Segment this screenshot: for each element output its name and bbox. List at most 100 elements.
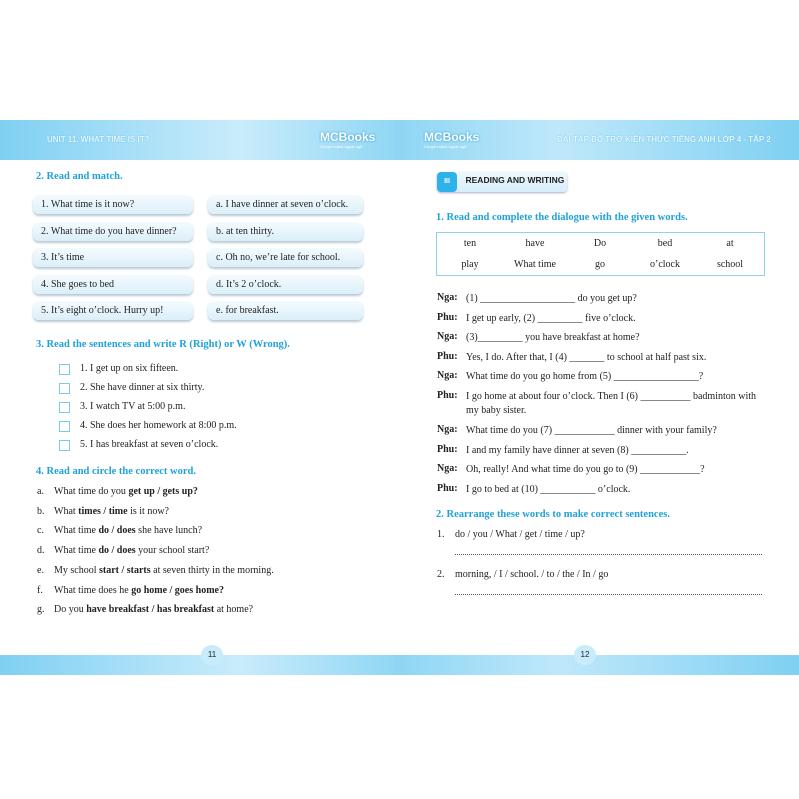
answer-line[interactable] [455, 554, 762, 555]
speaker: Nga: [437, 331, 458, 343]
word-option: have [525, 238, 545, 249]
sentence-text: your school start? [135, 545, 210, 557]
match-right-item: c. Oh no, we’re late for school. [208, 248, 363, 267]
word-option: Do [593, 238, 607, 249]
match-right-item: d. It’s 2 o’clock. [208, 274, 363, 294]
item-letter: g. [37, 604, 45, 616]
item-letter: b. [37, 505, 45, 517]
word-option: at [726, 238, 734, 249]
word-choice[interactable]: do / does [98, 525, 135, 536]
speaker: Nga: [437, 292, 458, 303]
logo: MCBooks Chuyên sách ngoại ngữ [424, 130, 480, 149]
r-s2-title: 2. Rearrange these words to make correct… [436, 509, 670, 520]
word-choice[interactable]: have breakfast / has breakfast [86, 604, 214, 615]
answer-line[interactable] [455, 594, 762, 595]
scrambled-words: morning, / I / school. / to / the / In /… [455, 569, 609, 580]
word-box: ten have Do bed at play What time go o’clock scho… [436, 232, 765, 276]
word-choice[interactable]: start / starts [99, 565, 151, 576]
sentence: 1. I get up on six fifteen. [80, 363, 179, 374]
dialogue-line: What time do you (7) ____________ dinner… [466, 425, 717, 436]
sentence-text: What time do you [54, 486, 129, 497]
sentence-text: My school [54, 564, 99, 576]
dialogue-line: I go to bed at (10) ___________ o’clock. [466, 483, 631, 495]
word-option: o’clock [650, 259, 680, 270]
sentence: 2. She have dinner at six thirty. [80, 382, 205, 393]
circle-sentence: What times / time is it now? [54, 506, 169, 517]
speaker: Phu: [437, 443, 458, 455]
answer-checkbox[interactable] [59, 440, 70, 451]
word-option: play [461, 259, 479, 270]
r-s1-title: 1. Read and complete the dialogue with t… [436, 212, 688, 223]
s4-title: 4. Read and circle the correct word. [36, 466, 196, 477]
sentence-text: is it now? [127, 505, 169, 517]
dialogue-line: I and my family have dinner at seven (8)… [466, 444, 689, 456]
sentence: 5. I has breakfast at seven o’clock. [80, 439, 219, 450]
footer-band [0, 655, 799, 675]
circle-sentence: What time does he go home / goes home? [54, 585, 224, 596]
item-number: 2. [437, 569, 445, 580]
circle-sentence: My school start / starts at seven thirty… [54, 565, 274, 576]
sentence-text: What time does he [54, 584, 132, 596]
sentence-text: What time [54, 525, 99, 537]
speaker: Phu: [437, 482, 458, 494]
dialogue-line: What time do you go home from (5) ______… [466, 371, 704, 383]
dialogue-line: Yes, I do. After that, I (4) _______ to … [466, 351, 707, 363]
match-left-item: 2. What time do you have dinner? [33, 221, 193, 241]
answer-checkbox[interactable] [59, 421, 70, 432]
speaker: Nga: [437, 370, 458, 382]
answer-checkbox[interactable] [59, 364, 70, 375]
item-letter: d. [37, 545, 45, 557]
dialogue-line: I get up early, (2) _________ five o’clo… [466, 312, 636, 324]
answer-checkbox[interactable] [59, 402, 70, 413]
answer-checkbox[interactable] [59, 383, 70, 394]
sentence-text: she have lunch? [135, 525, 203, 537]
circle-sentence: Do you have breakfast / has breakfast at… [54, 604, 253, 615]
circle-sentence: What time do / does she have lunch? [54, 525, 202, 536]
sentence-text: Do you [54, 604, 87, 616]
word-choice[interactable]: times / time [78, 506, 127, 517]
match-right-item: a. I have dinner at seven o’clock. [208, 195, 363, 214]
scrambled-words: do / you / What / get / time / up? [455, 529, 585, 540]
word-choice[interactable]: get up / gets up? [128, 486, 197, 497]
section-header: III READING AND WRITING [437, 172, 567, 192]
s3-title: 3. Read the sentences and write R (Right… [36, 339, 290, 350]
word-choice[interactable]: do / does [98, 545, 135, 556]
match-right-item: e. for breakfast. [208, 301, 363, 320]
sentence: 3. I watch TV at 5:00 p.m. [80, 401, 186, 412]
word-option: school [716, 259, 744, 270]
item-letter: e. [37, 564, 44, 576]
word-option: go [595, 259, 605, 270]
book-title: BÀI TẬP BỔ TRỢ KIẾN THỨC TIẾNG ANH LỚP 4… [557, 135, 771, 144]
dialogue-line: (3)_________ you have breakfast at home? [466, 332, 640, 344]
sentence-text: What time [54, 545, 99, 557]
match-left-item: 5. It’s eight o’clock. Hurry up! [33, 301, 193, 320]
match-left-item: 3. It’s time [33, 248, 193, 267]
dialogue-line: (1) ___________________ do you get up? [466, 293, 637, 304]
circle-sentence: What time do / does your school start? [54, 545, 209, 556]
item-letter: f. [37, 584, 43, 596]
unit-title: UNIT 11. WHAT TIME IS IT? [47, 135, 150, 144]
speaker: Nga: [437, 463, 458, 475]
item-letter: c. [37, 525, 44, 537]
dialogue-line: Oh, really! And what time do you go to (… [466, 464, 705, 476]
logo: MCBooks Chuyên sách ngoại ngữ [320, 130, 376, 149]
item-number: 1. [437, 529, 445, 540]
circle-sentence: What time do you get up / gets up? [54, 486, 198, 497]
dialogue-line: I go home at about four o’clock. Then I … [466, 391, 757, 416]
page-number: 11 [201, 645, 223, 665]
speaker: Phu: [437, 390, 458, 401]
sentence: 4. She does her homework at 8:00 p.m. [80, 420, 237, 431]
match-left-item: 1. What time is it now? [33, 195, 193, 214]
speaker: Phu: [437, 350, 458, 362]
word-choice[interactable]: go home / goes home? [131, 585, 224, 596]
sentence-text: at home? [214, 604, 254, 616]
word-option: ten [463, 238, 477, 249]
item-letter: a. [37, 486, 44, 497]
page-number: 12 [574, 645, 596, 665]
sentence-text: What [54, 505, 79, 517]
s2-title: 2. Read and match. [36, 171, 123, 182]
speaker: Nga: [437, 424, 458, 435]
match-left-item: 4. She goes to bed [33, 274, 193, 294]
sentence-text: at seven thirty in the morning. [150, 564, 274, 576]
speaker: Phu: [437, 311, 458, 323]
